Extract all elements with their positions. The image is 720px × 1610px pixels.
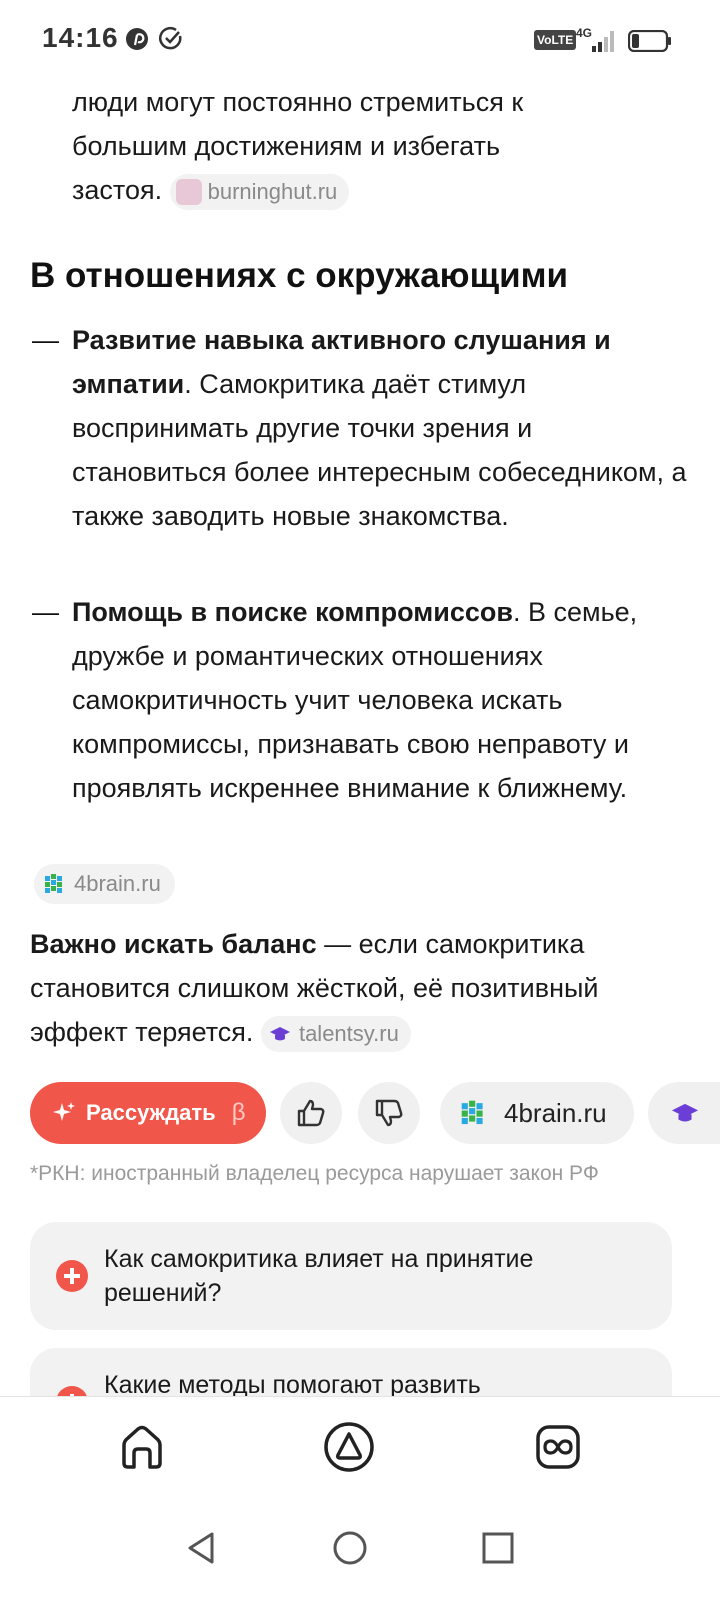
intro-line-1: люди могут постоянно стремиться к <box>72 87 524 117</box>
plus-icon <box>56 1260 88 1292</box>
intro-line-2: большим достижениям и избегать <box>72 131 501 161</box>
answer-actions: Рассуждать β 4brain.ru <box>0 1082 720 1146</box>
section-heading: В отношениях с окружающими <box>30 256 569 295</box>
source-pill-label: 4brain.ru <box>504 1097 607 1128</box>
intro-line-3-text: застоя. <box>72 175 163 205</box>
battery-icon <box>628 30 671 52</box>
source-chip-label: burninghut.ru <box>207 178 338 204</box>
alice-assistant-icon[interactable] <box>321 1419 377 1475</box>
burninghut-logo-icon <box>175 178 202 205</box>
related-question[interactable]: Как самокритика влияет на принятие решен… <box>30 1222 672 1330</box>
volte-icon: VoLTE <box>534 30 577 50</box>
answer-content: люди могут постоянно стремиться к больши… <box>0 60 720 1436</box>
reason-button-label: Рассуждать <box>86 1100 216 1125</box>
like-button[interactable] <box>280 1082 342 1144</box>
signal-icon <box>592 31 614 52</box>
talentsy-logo-icon <box>269 1026 290 1041</box>
bullet-dash: — <box>32 597 59 627</box>
related-question-text: Как самокритика влияет на принятие решен… <box>104 1245 534 1307</box>
balance-paragraph: Важно искать баланс — если самокритика с… <box>30 922 690 1054</box>
source-chip-burninghut[interactable]: burninghut.ru <box>169 173 350 210</box>
thumbs-down-icon <box>375 1099 403 1127</box>
4brain-logo-icon <box>461 1100 483 1125</box>
check-circle-icon <box>159 26 182 50</box>
4brain-logo-icon <box>45 874 62 893</box>
balance-title: Важно искать баланс <box>30 929 317 959</box>
status-time: 14:16 <box>42 22 119 53</box>
sparkle-icon <box>53 1102 75 1121</box>
intro-line-3: застоя. burninghut.ru <box>72 168 350 212</box>
beta-badge: β <box>231 1099 246 1126</box>
recents-icon[interactable] <box>478 1528 518 1568</box>
source-chip-4brain[interactable]: 4brain.ru <box>34 864 175 904</box>
talentsy-logo-icon <box>671 1103 699 1122</box>
reason-button[interactable]: Рассуждать β <box>30 1082 266 1144</box>
bullet-title: Помощь в поиске компромиссов <box>72 597 513 627</box>
source-chip-4brain-wrap: 4brain.ru <box>34 864 175 904</box>
bullet-text: . В семье, дружбе и романтических отноше… <box>72 597 638 803</box>
bullet-dash: — <box>32 325 59 355</box>
thumbs-up-icon <box>297 1099 325 1127</box>
home-circle-icon[interactable] <box>330 1528 370 1568</box>
source-pill-talentsy[interactable] <box>648 1082 720 1144</box>
source-pill-4brain[interactable]: 4brain.ru <box>440 1082 634 1144</box>
dislike-button[interactable] <box>358 1082 420 1144</box>
bullet-item: Помощь в поиске компромиссов. В семье, д… <box>72 590 692 810</box>
rkn-disclaimer: *РКН: иностранный владелец ресурса наруш… <box>30 1162 599 1185</box>
system-navigation-bar <box>0 1496 720 1610</box>
bottom-navigation <box>0 1396 720 1497</box>
services-icon[interactable] <box>530 1419 586 1475</box>
source-chip-talentsy[interactable]: talentsy.ru <box>260 1015 411 1052</box>
back-icon[interactable] <box>182 1528 222 1568</box>
pinterest-icon <box>126 28 148 50</box>
source-chip-label: talentsy.ru <box>298 1020 399 1046</box>
home-icon[interactable] <box>114 1419 170 1475</box>
source-chip-label: 4brain.ru <box>74 871 161 896</box>
bullet-item: Развитие навыка активного слушания и эмп… <box>72 318 692 538</box>
